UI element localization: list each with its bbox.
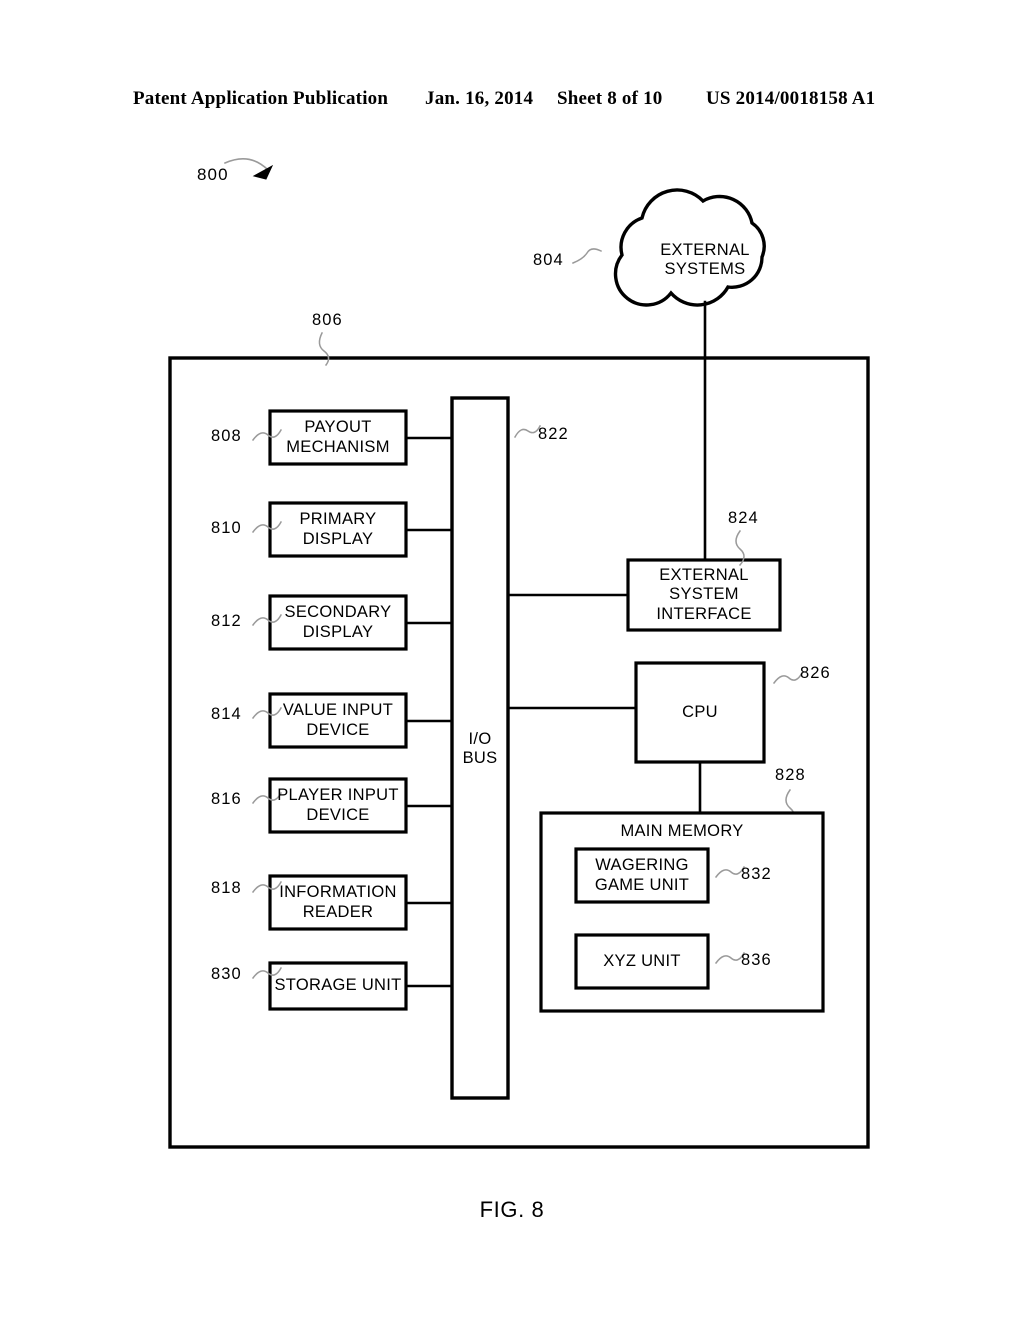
- label-xyz-unit: XYZ UNIT: [603, 951, 681, 970]
- figure-ref-arrowhead: [252, 164, 274, 180]
- label-wagering-game-unit: WAGERING GAME UNIT: [594, 856, 690, 894]
- cloud-ref-leader: [572, 248, 603, 264]
- ref-824: 824: [728, 509, 759, 527]
- label-player-input-device: PLAYER INPUT DEVICE: [277, 786, 399, 824]
- label-storage-unit: STORAGE UNIT: [274, 976, 402, 995]
- label-primary-display: PRIMARY DISPLAY: [299, 510, 377, 548]
- label-external-system-interface: EXTERNAL SYSTEM INTERFACE: [656, 565, 752, 623]
- cloud-ref-804: 804: [533, 251, 564, 269]
- ref-830: 830: [211, 965, 242, 983]
- ref-826: 826: [800, 664, 831, 682]
- label-value-input-device: VALUE INPUT DEVICE: [282, 701, 394, 739]
- ref-812: 812: [211, 612, 242, 630]
- label-secondary-display: SECONDARY DISPLAY: [284, 603, 392, 641]
- ref-832: 832: [741, 865, 772, 883]
- label-cpu: CPU: [682, 702, 718, 721]
- figure-ref-800: 800: [197, 165, 229, 184]
- ref-leader-826: [772, 671, 804, 685]
- enclosure-ref-806: 806: [312, 311, 343, 329]
- figure-vector-layer: [168, 158, 870, 1149]
- ref-808: 808: [211, 427, 242, 445]
- ref-836: 836: [741, 951, 772, 969]
- label-payout-mechanism: PAYOUT MECHANISM: [286, 418, 390, 456]
- io-bus-ref-822: 822: [538, 425, 569, 443]
- ref-828: 828: [775, 766, 806, 784]
- label-information-reader: INFORMATION READER: [279, 883, 397, 921]
- ref-814: 814: [211, 705, 242, 723]
- figure-caption: FIG. 8: [479, 1197, 545, 1222]
- figure-ref-leader: [223, 158, 270, 172]
- label-main-memory: MAIN MEMORY: [620, 822, 744, 841]
- cloud-label: EXTERNAL SYSTEMS: [660, 241, 750, 278]
- ref-816: 816: [211, 790, 242, 808]
- enclosure-ref-leader: [318, 331, 330, 367]
- io-bus-label: I/O BUS: [462, 730, 498, 767]
- ref-810: 810: [211, 519, 242, 537]
- io-bus-ref-leader: [513, 424, 542, 439]
- patent-figure-800: 800 EXTERNAL SYSTEMS 804 806 I/O BUS 822…: [0, 0, 1024, 1320]
- ref-818: 818: [211, 879, 242, 897]
